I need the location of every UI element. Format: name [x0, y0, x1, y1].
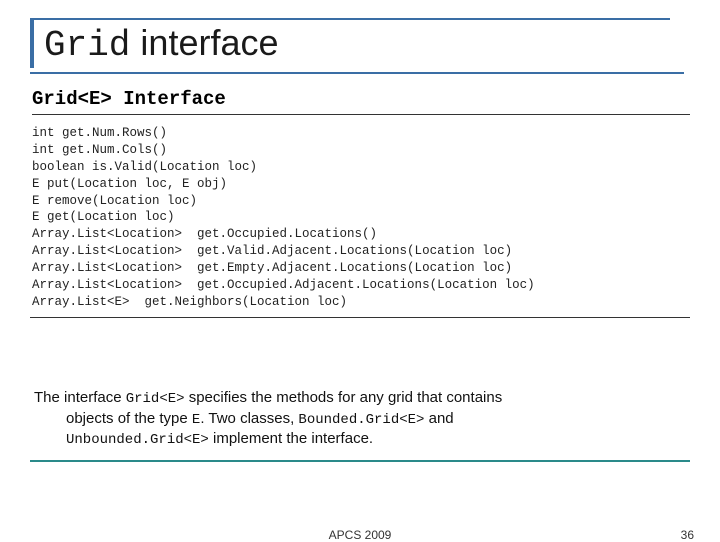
- title-code-part: Grid: [44, 25, 130, 66]
- desc-text: . Two classes,: [200, 410, 298, 427]
- code-line: boolean is.Valid(Location loc): [32, 159, 690, 176]
- desc-text: objects of the type: [66, 410, 192, 427]
- description-underline: [30, 460, 690, 462]
- code-line: E get(Location loc): [32, 209, 690, 226]
- desc-line3: Unbounded.Grid<E> implement the interfac…: [34, 429, 680, 450]
- desc-text: implement the interface.: [209, 430, 373, 447]
- desc-text: specifies the methods for any grid that …: [185, 389, 503, 406]
- description-paragraph: The interface Grid<E> specifies the meth…: [30, 388, 690, 451]
- title-container: Grid interface: [30, 18, 670, 68]
- slide-title: Grid interface: [44, 22, 670, 66]
- code-line: Array.List<Location> get.Valid.Adjacent.…: [32, 243, 690, 260]
- desc-code: Unbounded.Grid<E>: [66, 432, 209, 448]
- desc-text: and: [424, 410, 453, 427]
- title-underline: [30, 72, 684, 74]
- code-line: Array.List<Location> get.Occupied.Adjace…: [32, 277, 690, 294]
- slide: Grid interface Grid<E> Interface int get…: [0, 0, 720, 540]
- desc-code: Grid<E>: [126, 391, 185, 407]
- title-text-part: interface: [130, 22, 278, 63]
- desc-code: Bounded.Grid<E>: [298, 412, 424, 428]
- code-line: int get.Num.Rows(): [32, 125, 690, 142]
- code-line: Array.List<Location> get.Empty.Adjacent.…: [32, 260, 690, 277]
- code-line: E put(Location loc, E obj): [32, 176, 690, 193]
- code-line: int get.Num.Cols(): [32, 142, 690, 159]
- desc-text: The interface: [34, 389, 126, 406]
- code-line: Array.List<Location> get.Occupied.Locati…: [32, 226, 690, 243]
- code-line: E remove(Location loc): [32, 193, 690, 210]
- desc-line2: objects of the type E. Two classes, Boun…: [34, 409, 680, 430]
- code-block: Grid<E> Interface int get.Num.Rows() int…: [30, 88, 690, 318]
- code-line: Array.List<E> get.Neighbors(Location loc…: [32, 294, 690, 311]
- code-heading: Grid<E> Interface: [32, 88, 690, 115]
